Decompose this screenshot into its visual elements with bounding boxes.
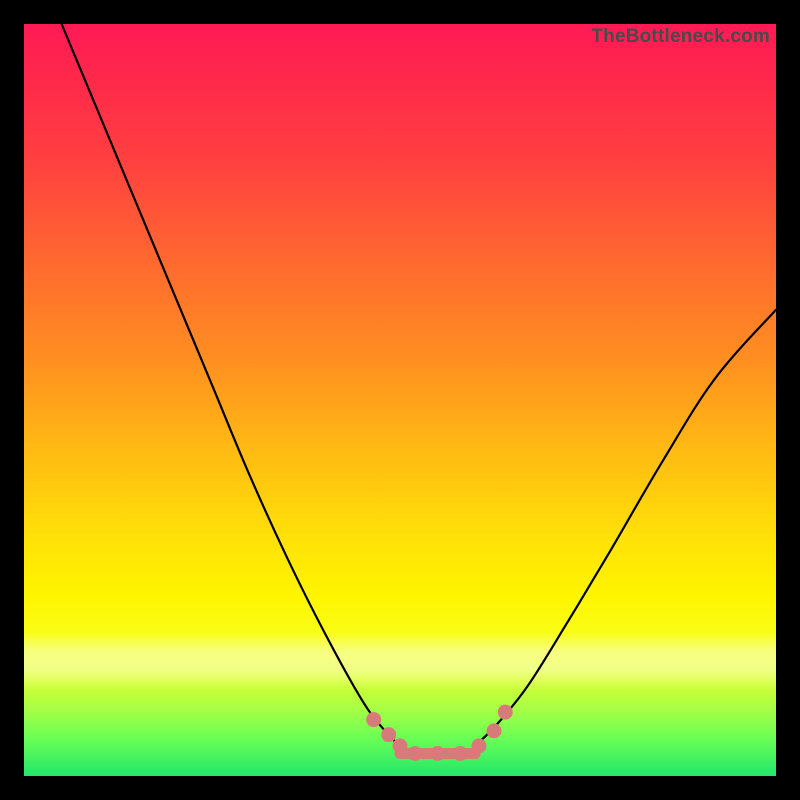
right-curve: [475, 310, 776, 746]
chart-frame: TheBottleneck.com: [0, 0, 800, 800]
curve-marker: [393, 738, 408, 753]
curve-marker: [381, 727, 396, 742]
curve-marker: [471, 738, 486, 753]
curve-marker: [453, 746, 468, 761]
plot-area: TheBottleneck.com: [24, 24, 776, 776]
curve-marker: [408, 746, 423, 761]
curve-marker: [487, 723, 502, 738]
curve-marker: [498, 705, 513, 720]
left-curve: [62, 24, 400, 746]
curve-marker: [430, 746, 445, 761]
curve-marker: [366, 712, 381, 727]
marker-group: [366, 705, 513, 761]
curve-layer: [24, 24, 776, 776]
